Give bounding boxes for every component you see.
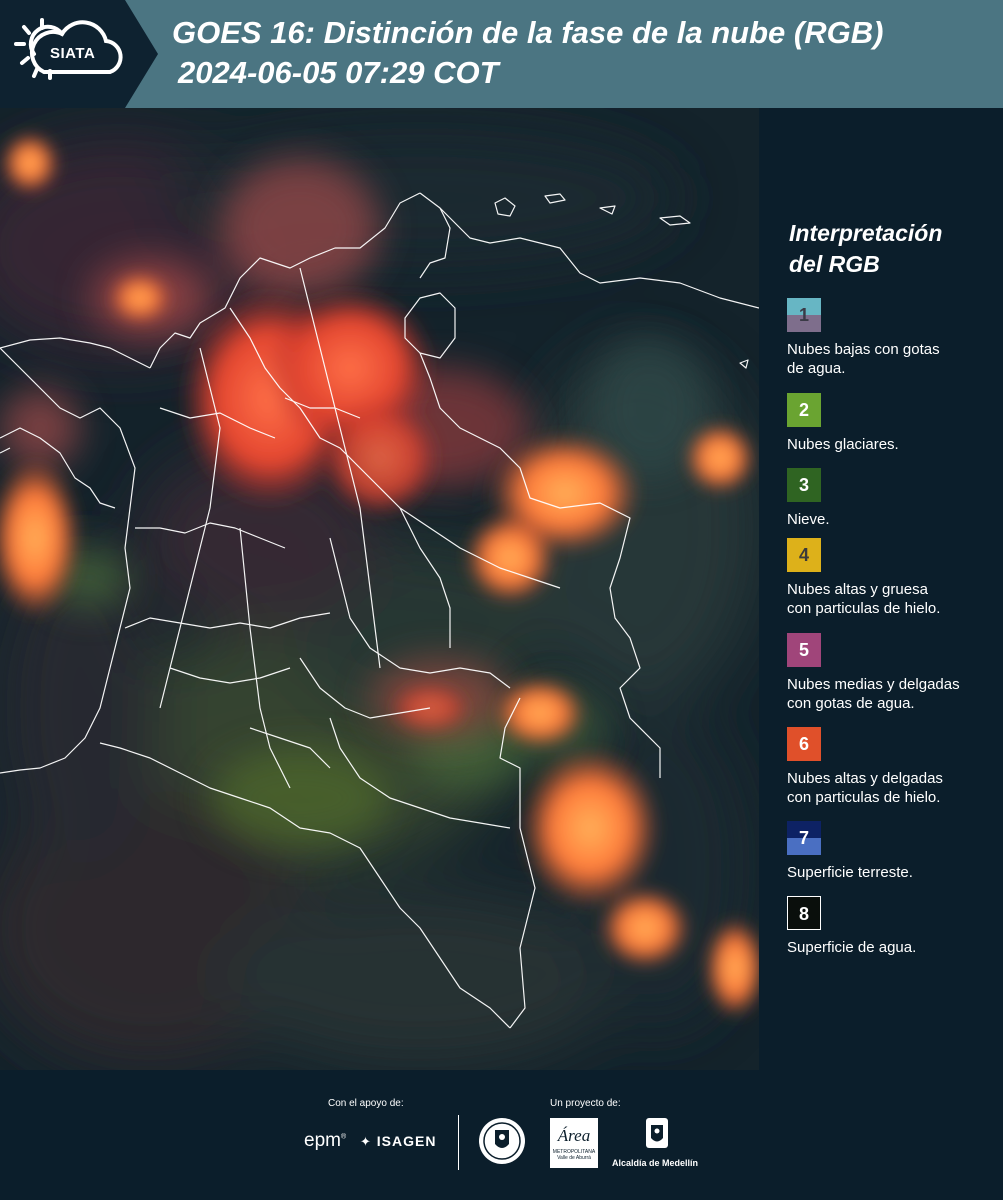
logo-text: SIATA [50, 45, 96, 62]
legend-swatch-2: 2 [787, 393, 821, 427]
medellin-seal-icon [479, 1118, 525, 1164]
footer-divider [458, 1115, 459, 1170]
isagen-logo: ✦ ISAGEN [360, 1133, 437, 1149]
satellite-map [0, 108, 759, 1070]
legend-item-3: 3 Nieve. [787, 468, 997, 529]
legend-item-5: 5 Nubes medias y delgadas con gotas de a… [787, 633, 997, 713]
legend-item-7: 7 Superficie terreste. [787, 821, 997, 882]
alcaldia-shield-icon [646, 1118, 668, 1148]
epm-logo: epm® [304, 1130, 347, 1151]
siata-logo: SIATA [0, 0, 158, 108]
footer: Con el apoyo de: Un proyecto de: epm® ✦ … [0, 1070, 1003, 1200]
legend-item-6: 6 Nubes altas y delgadas con particulas … [787, 727, 997, 807]
legend-title: Interpretación del RGB [789, 220, 943, 277]
legend-swatch-4: 4 [787, 538, 821, 572]
header-bar: SIATA GOES 16: Distinción de la fase de … [0, 0, 1003, 108]
page-datetime: 2024-06-05 07:29 COT [178, 55, 499, 90]
alcaldia-label: Alcaldía de Medellín [612, 1158, 699, 1168]
legend-swatch-1: 1 [787, 298, 821, 332]
satellite-image [0, 108, 759, 1070]
page-title: GOES 16: Distinción de la fase de la nub… [172, 15, 884, 50]
legend-item-8: 8 Superficie de agua. [787, 896, 997, 957]
project-label: Un proyecto de: [550, 1098, 621, 1109]
legend-item-1: 1 Nubes bajas con gotas de agua. [787, 298, 997, 378]
area-metropolitana-logo: Área METROPOLITANA Valle de Aburrá [550, 1118, 598, 1168]
legend-swatch-8: 8 [787, 896, 821, 930]
legend-swatch-5: 5 [787, 633, 821, 667]
isagen-icon: ✦ [360, 1134, 372, 1149]
legend-panel: Interpretación del RGB 1 Nubes bajas con… [759, 108, 1003, 1070]
legend-swatch-7: 7 [787, 821, 821, 855]
legend-item-2: 2 Nubes glaciares. [787, 393, 997, 454]
legend-swatch-3: 3 [787, 468, 821, 502]
legend-swatch-6: 6 [787, 727, 821, 761]
support-label: Con el apoyo de: [328, 1098, 404, 1109]
legend-item-4: 4 Nubes altas y gruesa con particulas de… [787, 538, 997, 618]
